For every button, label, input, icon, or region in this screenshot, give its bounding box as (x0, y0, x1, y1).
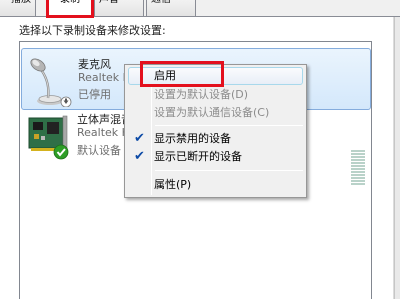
instruction-text: 选择以下录制设备来修改设置: (19, 24, 166, 37)
tab-sounds[interactable]: 声音 (94, 0, 144, 17)
menu-separator (155, 170, 303, 171)
device-driver: Realtek H (78, 71, 131, 84)
menu-item-label: 显示禁用的设备 (154, 132, 231, 145)
level-bar (351, 180, 365, 182)
tab-highlight-box (46, 0, 94, 18)
level-bar (351, 150, 365, 152)
tab-sounds-label: 声音 (99, 0, 119, 5)
checkmark-icon: ✔ (134, 131, 145, 146)
level-meter (351, 150, 365, 186)
window-edge (394, 17, 400, 299)
sound-card-icon (28, 115, 69, 160)
device-name: 麦克风 (78, 58, 111, 71)
level-bar (351, 162, 365, 164)
level-bar (351, 156, 365, 158)
device-status: 已停用 (78, 88, 111, 101)
menu-item-label: 显示已断开的设备 (154, 150, 242, 163)
tab-communications[interactable]: 通信 (146, 0, 196, 17)
menu-item-show-disconnected-devices[interactable]: ✔ 显示已断开的设备 (128, 148, 303, 166)
enable-highlight-box (140, 61, 224, 87)
checkmark-icon: ✔ (134, 149, 145, 164)
menu-item-set-default[interactable]: 设置为默认设备(D) (128, 86, 303, 104)
tab-playback-label: 播放 (11, 0, 31, 5)
device-driver: Realtek H (77, 126, 130, 139)
level-bar (351, 153, 365, 155)
level-bar (351, 165, 365, 167)
tab-playback[interactable]: 播放 (0, 0, 36, 17)
microphone-icon (30, 58, 72, 107)
menu-separator (155, 125, 303, 126)
device-status: 默认设备 (77, 144, 121, 157)
level-bar (351, 183, 365, 185)
level-bar (351, 159, 365, 161)
menu-item-properties[interactable]: 属性(P) (128, 176, 303, 194)
level-bar (351, 171, 365, 173)
menu-item-set-default-communication[interactable]: 设置为默认通信设备(C) (128, 104, 303, 122)
level-bar (351, 177, 365, 179)
menu-item-show-disabled-devices[interactable]: ✔ 显示禁用的设备 (128, 130, 303, 148)
tab-communications-label: 通信 (151, 0, 171, 5)
level-bar (351, 168, 365, 170)
level-bar (351, 174, 365, 176)
